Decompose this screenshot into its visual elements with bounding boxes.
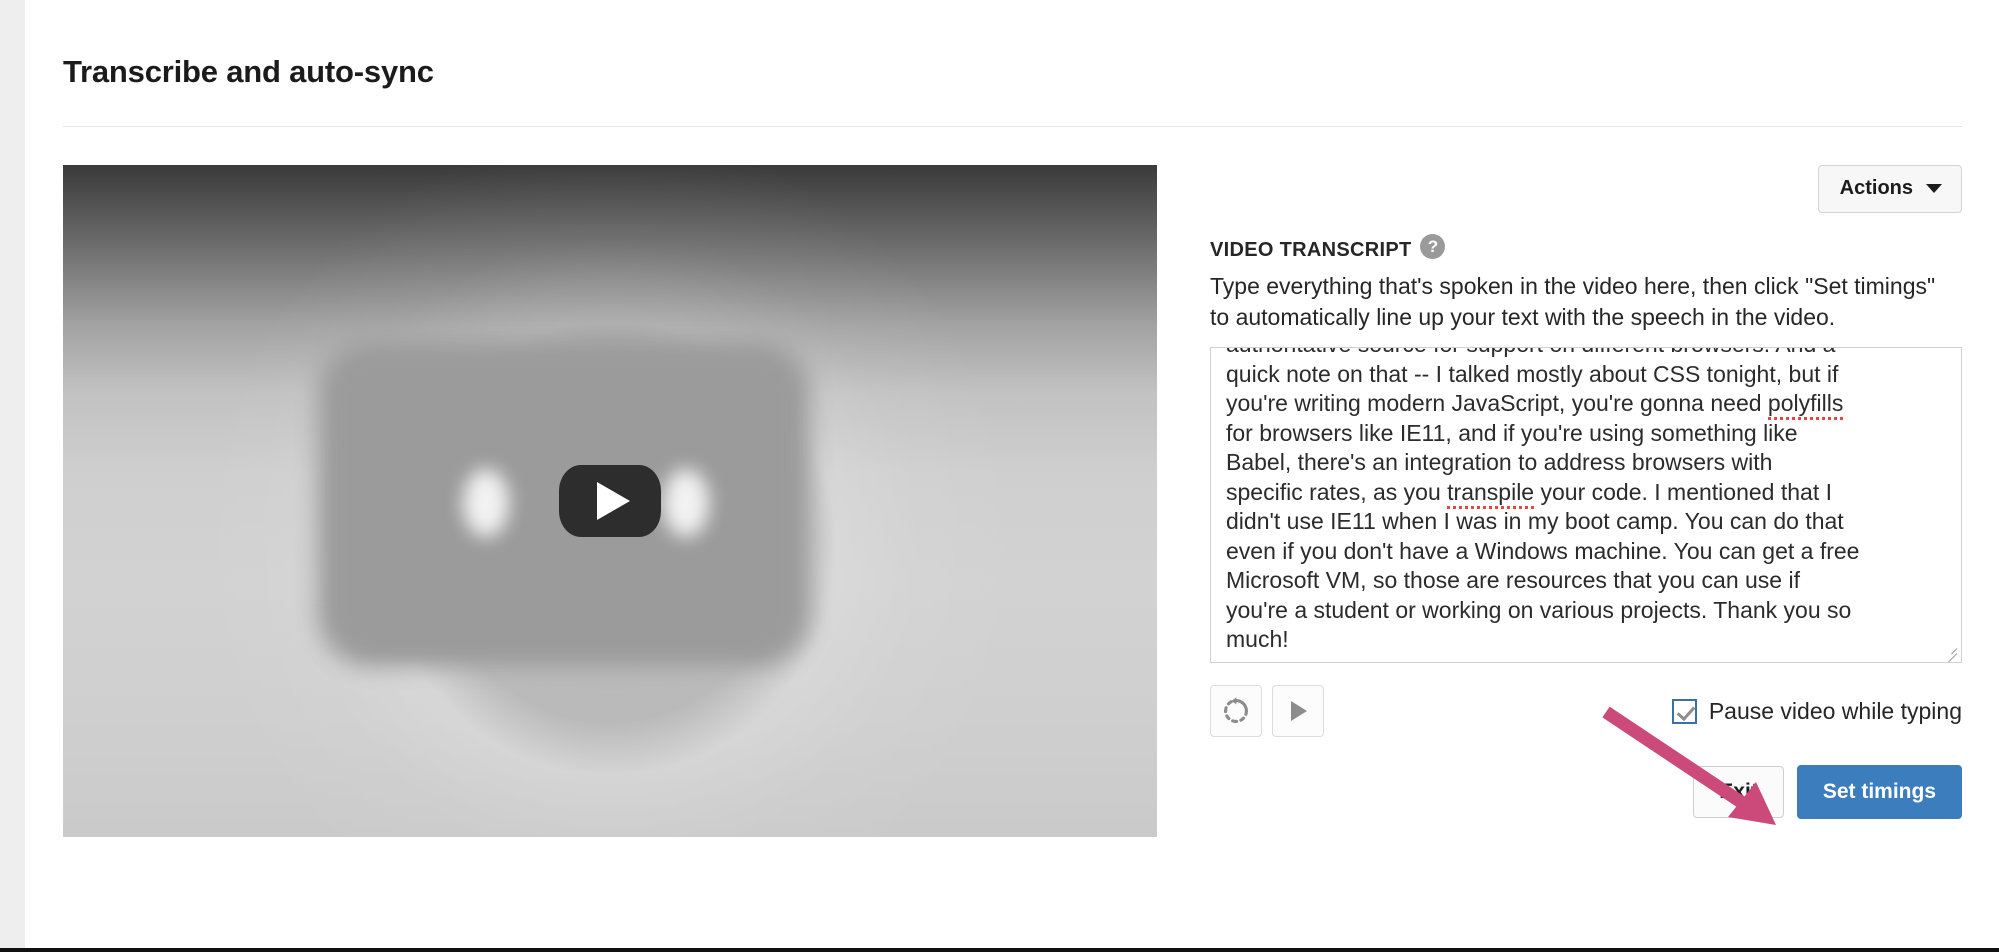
transcript-content: authoritative source for support on diff… bbox=[1226, 348, 1951, 655]
transcript-line: Microsoft VM, so those are resources tha… bbox=[1226, 567, 1800, 593]
pause-video-checkbox-label: Pause video while typing bbox=[1708, 697, 1962, 724]
transcript-panel: Actions VIDEO TRANSCRIPT ? Type everythi… bbox=[1210, 165, 1962, 819]
bottom-edge-line bbox=[0, 948, 1999, 952]
pause-video-checkbox[interactable] bbox=[1671, 698, 1697, 724]
transcript-line-clipped: authoritative source for support on diff… bbox=[1226, 348, 1951, 360]
transcript-line: quick note on that -- I talked mostly ab… bbox=[1226, 360, 1839, 387]
play-icon bbox=[1291, 701, 1307, 721]
transcript-line: specific rates, as you transpile your co… bbox=[1226, 478, 1951, 509]
spellcheck-word: transpile bbox=[1447, 478, 1535, 509]
pause-video-checkbox-group[interactable]: Pause video while typing bbox=[1671, 697, 1962, 725]
textarea-resize-handle[interactable] bbox=[1941, 642, 1958, 662]
transcript-line: you're a student or working on various p… bbox=[1226, 596, 1852, 623]
transcript-line: for browsers like IE11, and if you're us… bbox=[1226, 419, 1798, 446]
actions-dropdown-button[interactable]: Actions bbox=[1817, 165, 1962, 213]
video-highlight-left bbox=[463, 469, 509, 537]
transcript-help-text: Type everything that's spoken in the vid… bbox=[1210, 273, 1936, 330]
transcript-line: didn't use IE11 when I was in my boot ca… bbox=[1226, 508, 1844, 534]
transcript-textarea[interactable]: authoritative source for support on diff… bbox=[1210, 347, 1962, 663]
player-controls-row: Pause video while typing bbox=[1210, 685, 1962, 737]
transcript-line: you're writing modern JavaScript, you're… bbox=[1226, 389, 1951, 420]
actions-row: Actions bbox=[1210, 165, 1962, 213]
video-highlight-right bbox=[663, 469, 709, 537]
chevron-down-icon bbox=[1926, 184, 1942, 193]
replay-arrowhead bbox=[1231, 697, 1237, 705]
transcript-label-row: VIDEO TRANSCRIPT ? bbox=[1210, 234, 1962, 262]
actions-button-label: Actions bbox=[1839, 177, 1913, 199]
transcript-line: Babel, there's an integration to address… bbox=[1226, 449, 1773, 475]
transcript-line: much! bbox=[1226, 626, 1289, 652]
transcribe-card: Transcribe and auto-sync Actions VIDEO T… bbox=[25, 0, 1999, 948]
set-timings-button[interactable]: Set timings bbox=[1796, 765, 1962, 819]
transcript-section-label: VIDEO TRANSCRIPT bbox=[1210, 239, 1412, 261]
play-video-button[interactable] bbox=[559, 465, 661, 537]
footer-actions: Exit Set timings bbox=[1210, 765, 1962, 819]
help-icon[interactable]: ? bbox=[1420, 234, 1446, 259]
exit-button[interactable]: Exit bbox=[1693, 766, 1784, 818]
transcript-line: even if you don't have a Windows machine… bbox=[1226, 537, 1860, 564]
resize-line bbox=[1946, 653, 1958, 662]
replay-icon bbox=[1224, 697, 1248, 723]
page-title: Transcribe and auto-sync bbox=[63, 54, 434, 89]
play-control-button[interactable] bbox=[1272, 685, 1324, 737]
play-icon bbox=[596, 482, 630, 520]
replay-button[interactable] bbox=[1210, 685, 1262, 737]
video-player[interactable] bbox=[63, 165, 1157, 837]
title-divider bbox=[63, 126, 1962, 127]
spellcheck-word: polyfills bbox=[1767, 390, 1844, 420]
